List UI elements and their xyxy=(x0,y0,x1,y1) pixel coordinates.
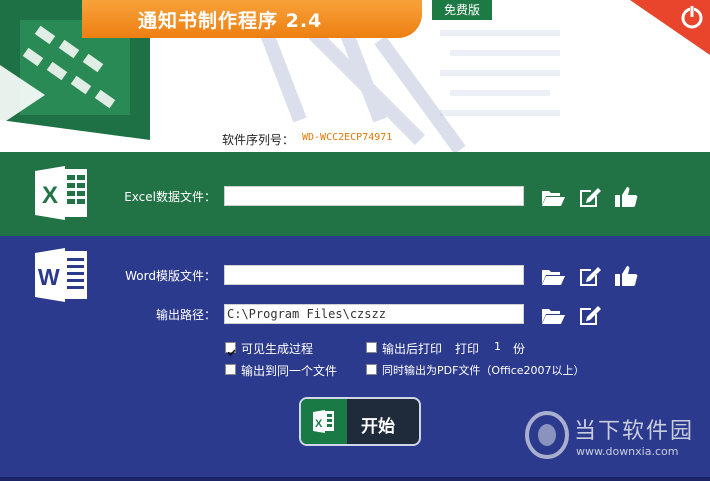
footer-border xyxy=(0,477,710,481)
output-edit-button[interactable] xyxy=(577,303,603,327)
folder-open-icon xyxy=(542,270,565,285)
thumbs-up-icon xyxy=(615,266,638,286)
excel-browse-button[interactable] xyxy=(540,185,566,209)
print-after-output-checkbox[interactable] xyxy=(366,342,377,353)
print-prefix-label: 打印 xyxy=(455,342,480,356)
watermark-url: www.downxia.com xyxy=(576,445,679,458)
start-button-icon-area: X xyxy=(301,399,347,444)
start-button[interactable]: X 开始 xyxy=(299,397,421,446)
output-pdf-label: 同时输出为PDF文件（Office2007以上） xyxy=(382,364,585,377)
word-like-button[interactable] xyxy=(613,264,639,288)
window-title: 通知书制作程序 2.4 xyxy=(138,10,323,32)
output-pdf-checkbox[interactable] xyxy=(366,364,377,375)
edit-icon xyxy=(580,188,601,207)
word-template-input[interactable] xyxy=(224,265,524,285)
watermark-title: 当下软件园 xyxy=(574,419,695,444)
edit-icon xyxy=(580,267,601,286)
excel-file-input[interactable] xyxy=(224,186,524,206)
excel-file-label: Excel数据文件： xyxy=(124,190,216,204)
excel-small-icon: X xyxy=(313,410,334,433)
print-after-output-label: 输出后打印 xyxy=(382,342,443,356)
output-path-label: 输出路径： xyxy=(155,308,216,322)
excel-logo-icon: X xyxy=(33,163,93,223)
print-suffix-label: 份 xyxy=(513,342,526,356)
output-same-file-label: 输出到同一个文件 xyxy=(241,364,338,378)
power-button[interactable] xyxy=(640,0,710,52)
output-path-input[interactable]: C:\Program Files\czszz xyxy=(224,304,524,324)
svg-text:X: X xyxy=(42,182,58,209)
svg-text:W: W xyxy=(38,264,60,290)
visible-process-label: 可见生成过程 xyxy=(241,342,314,356)
word-browse-button[interactable] xyxy=(540,264,566,288)
serial-label: 软件序列号： xyxy=(222,133,295,147)
svg-text:X: X xyxy=(315,418,323,430)
folder-open-icon xyxy=(542,191,565,206)
edit-icon xyxy=(580,306,601,325)
output-same-file-checkbox[interactable] xyxy=(225,364,236,375)
word-logo-icon: W xyxy=(33,245,93,305)
visible-process-checkbox[interactable] xyxy=(225,342,236,357)
word-edit-button[interactable] xyxy=(577,264,603,288)
power-icon xyxy=(681,5,703,29)
serial-value: WD-WCC2ECP74971 xyxy=(302,132,393,143)
edition-badge: 免费版 xyxy=(432,0,492,20)
folder-open-icon xyxy=(542,309,565,324)
print-copies-value[interactable]: 1 xyxy=(494,340,501,353)
output-browse-button[interactable] xyxy=(540,303,566,327)
excel-like-button[interactable] xyxy=(613,185,639,209)
excel-edit-button[interactable] xyxy=(577,185,603,209)
word-template-label: Word模版文件： xyxy=(125,269,216,283)
watermark-logo-icon xyxy=(525,411,569,459)
check-icon xyxy=(227,349,236,357)
thumbs-up-icon xyxy=(615,187,638,207)
start-button-label: 开始 xyxy=(361,417,395,437)
